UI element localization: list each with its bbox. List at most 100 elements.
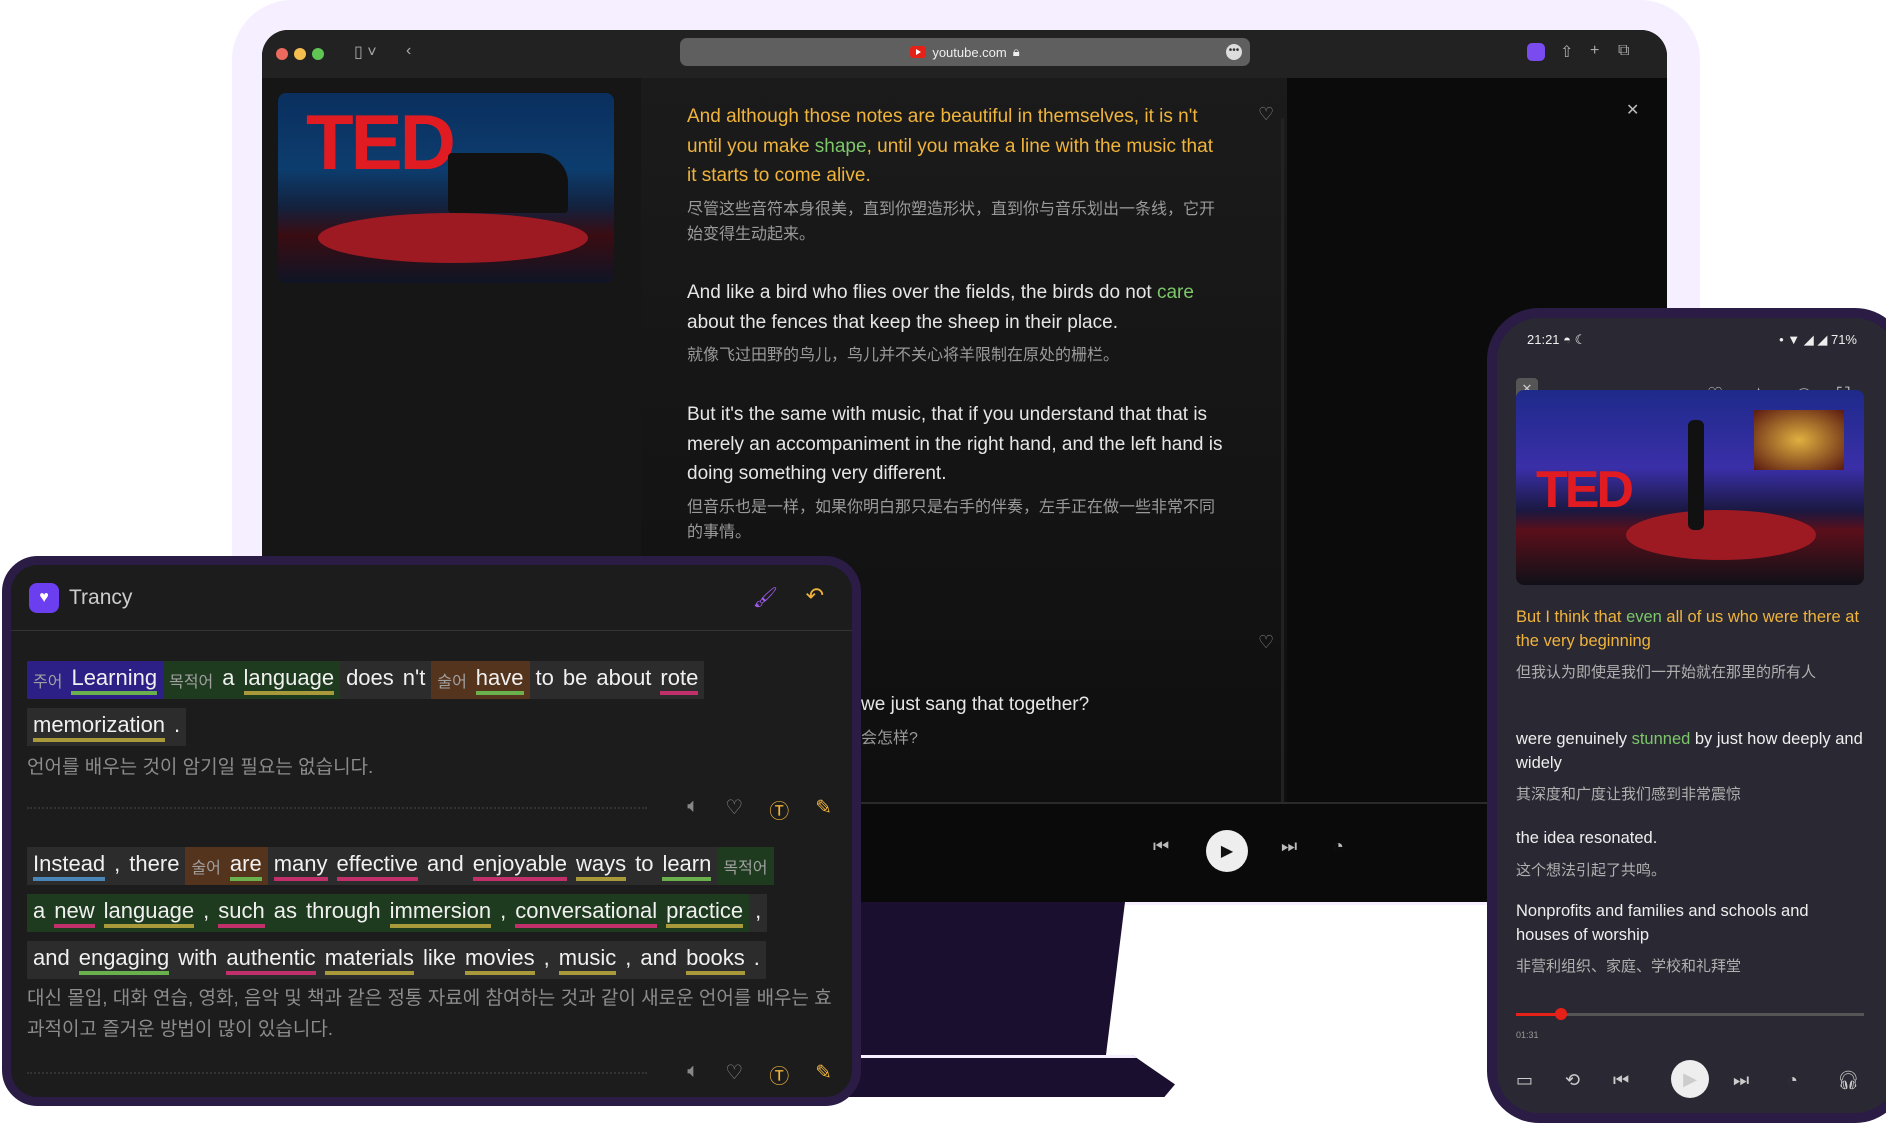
word-token[interactable]: ways (575, 851, 627, 881)
more-icon[interactable]: ••• (1226, 44, 1242, 60)
object-phrase[interactable]: a new language, such as through immersion, conv… (27, 894, 750, 932)
word-token[interactable]: about (596, 665, 651, 695)
word-token[interactable]: . (754, 945, 760, 975)
word-token[interactable]: , (755, 898, 761, 928)
subtitle-item[interactable]: But it's the same with music, that if yo… (687, 400, 1227, 545)
word-token[interactable]: like (423, 945, 456, 975)
video-player[interactable]: TED (1516, 390, 1864, 585)
word-token[interactable]: and (640, 945, 677, 975)
play-button[interactable]: ▶ (1206, 830, 1248, 872)
undo-icon[interactable]: ↶ (806, 583, 824, 609)
headphones-icon[interactable]: 🎧︎ (1837, 1070, 1860, 1091)
close-window-button[interactable] (276, 48, 288, 60)
translate-ai-icon[interactable]: Ⓣ (769, 795, 789, 824)
highlight-paint-icon[interactable]: 🖌︎ (753, 585, 778, 610)
word-token[interactable]: materials (324, 945, 414, 975)
back-icon[interactable]: ‹ (406, 42, 411, 60)
word-token[interactable]: enjoyable (472, 851, 567, 881)
subtitle-item[interactable]: And like a bird who flies over the field… (687, 278, 1227, 368)
previous-icon[interactable]: ⏮︎ (1153, 836, 1169, 857)
word-token[interactable]: be (563, 665, 587, 695)
trancy-extension-icon[interactable] (1527, 43, 1545, 61)
subtitle-item[interactable]: were genuinely stunned by just how deepl… (1516, 728, 1866, 807)
word-token[interactable]: and (33, 945, 70, 975)
predicate-phrase[interactable]: 술어 are (185, 847, 268, 885)
word-token[interactable]: as (274, 898, 297, 928)
maximize-window-button[interactable] (312, 48, 324, 60)
word-token[interactable]: , (114, 851, 120, 881)
next-icon[interactable]: ⏭︎ (1733, 1070, 1749, 1091)
favorite-icon[interactable]: ♡ (725, 1060, 743, 1089)
word-token[interactable]: practice (666, 898, 744, 928)
word-token[interactable]: Learning (71, 665, 158, 695)
subject-phrase[interactable]: 주어 Learning (27, 661, 164, 699)
progress-bar[interactable] (1516, 1008, 1864, 1020)
favorite-icon[interactable]: ♡ (1258, 104, 1274, 125)
word-token[interactable]: through (306, 898, 381, 928)
play-button[interactable]: ▶ (1671, 1060, 1709, 1098)
subtitles-icon[interactable]: ▭ (1516, 1070, 1533, 1091)
word-token[interactable]: learn (662, 851, 712, 881)
word-token[interactable]: to (536, 665, 554, 695)
word-token[interactable]: authentic (226, 945, 316, 975)
phrase[interactable]: many effective and enjoyable ways to learn (267, 847, 718, 885)
predicate-phrase[interactable]: 술어 have (431, 661, 530, 699)
close-icon[interactable]: ✕ (1626, 100, 1639, 120)
subtitle-item[interactable]: And although those notes are beautiful i… (687, 102, 1227, 247)
phrase[interactable]: to be about rote (529, 661, 705, 699)
sidebar-toggle-icon[interactable]: ▯ ˅ (354, 42, 377, 62)
phrase[interactable]: memorization. (27, 708, 187, 746)
favorite-icon[interactable]: ♡ (725, 795, 743, 824)
word-token[interactable]: new (54, 898, 95, 928)
word-token[interactable]: , (544, 945, 550, 975)
word-token[interactable]: language (243, 665, 335, 695)
word-token[interactable]: . (174, 712, 180, 742)
phrase[interactable]: , (749, 894, 768, 932)
speaker-icon[interactable]: 🔈︎ (687, 795, 699, 824)
magic-wand-icon[interactable]: ✎ (815, 1060, 832, 1089)
speaker-icon[interactable]: 🔈︎ (687, 1060, 699, 1089)
magic-wand-icon[interactable]: ✎ (815, 795, 832, 824)
word-token[interactable]: rote (660, 665, 699, 695)
phrase[interactable]: and engaging with authentic materials like mov… (27, 941, 766, 979)
share-icon[interactable]: ⇧ (1560, 42, 1573, 62)
word-token[interactable]: such (218, 898, 265, 928)
word-token[interactable]: does (346, 665, 394, 695)
subtitle-item[interactable]: Nonprofits and families and schools and … (1516, 900, 1866, 979)
word-token[interactable]: a (222, 665, 234, 695)
word-token[interactable]: effective (336, 851, 419, 881)
translate-ai-icon[interactable]: Ⓣ (769, 1060, 789, 1089)
object-phrase[interactable]: 목적어 (717, 847, 774, 885)
repeat-icon[interactable]: ⟲ (1565, 1070, 1580, 1091)
subtitle-item[interactable]: the idea resonated. 这个想法引起了共鸣。 (1516, 827, 1866, 882)
subtitle-item[interactable]: But I think that even all of us who were… (1516, 606, 1866, 685)
word-token[interactable]: , (625, 945, 631, 975)
new-tab-icon[interactable]: + (1590, 42, 1599, 60)
speed-icon[interactable]: ◔ (1333, 836, 1344, 857)
minimize-window-button[interactable] (294, 48, 306, 60)
previous-icon[interactable]: ⏮︎ (1613, 1070, 1629, 1091)
word-token[interactable]: with (178, 945, 217, 975)
speed-icon[interactable]: ◔ (1787, 1070, 1798, 1091)
video-thumbnail[interactable]: TED (278, 93, 614, 283)
word-token[interactable]: have (475, 665, 524, 695)
word-token[interactable]: books (686, 945, 745, 975)
phrase[interactable]: Instead, there (27, 847, 186, 885)
progress-handle[interactable] (1555, 1008, 1568, 1020)
phrase[interactable]: does n't (340, 661, 432, 699)
tabs-overview-icon[interactable]: ⧉ (1618, 42, 1629, 60)
favorite-icon[interactable]: ♡ (1258, 632, 1274, 653)
word-token[interactable]: language (103, 898, 195, 928)
word-token[interactable]: many (273, 851, 328, 881)
next-icon[interactable]: ⏭︎ (1281, 836, 1297, 857)
word-token[interactable]: are (229, 851, 262, 881)
scrollbar[interactable] (1281, 118, 1284, 838)
subtitle-item[interactable]: we just sang that together? 会怎样? (861, 690, 1401, 751)
word-token[interactable]: to (635, 851, 653, 881)
object-phrase[interactable]: 목적어 a language (163, 661, 341, 699)
word-token[interactable]: n't (403, 665, 426, 695)
word-token[interactable]: movies (464, 945, 535, 975)
word-token[interactable]: and (427, 851, 464, 881)
word-token[interactable]: , (203, 898, 209, 928)
word-token[interactable]: conversational (515, 898, 658, 928)
